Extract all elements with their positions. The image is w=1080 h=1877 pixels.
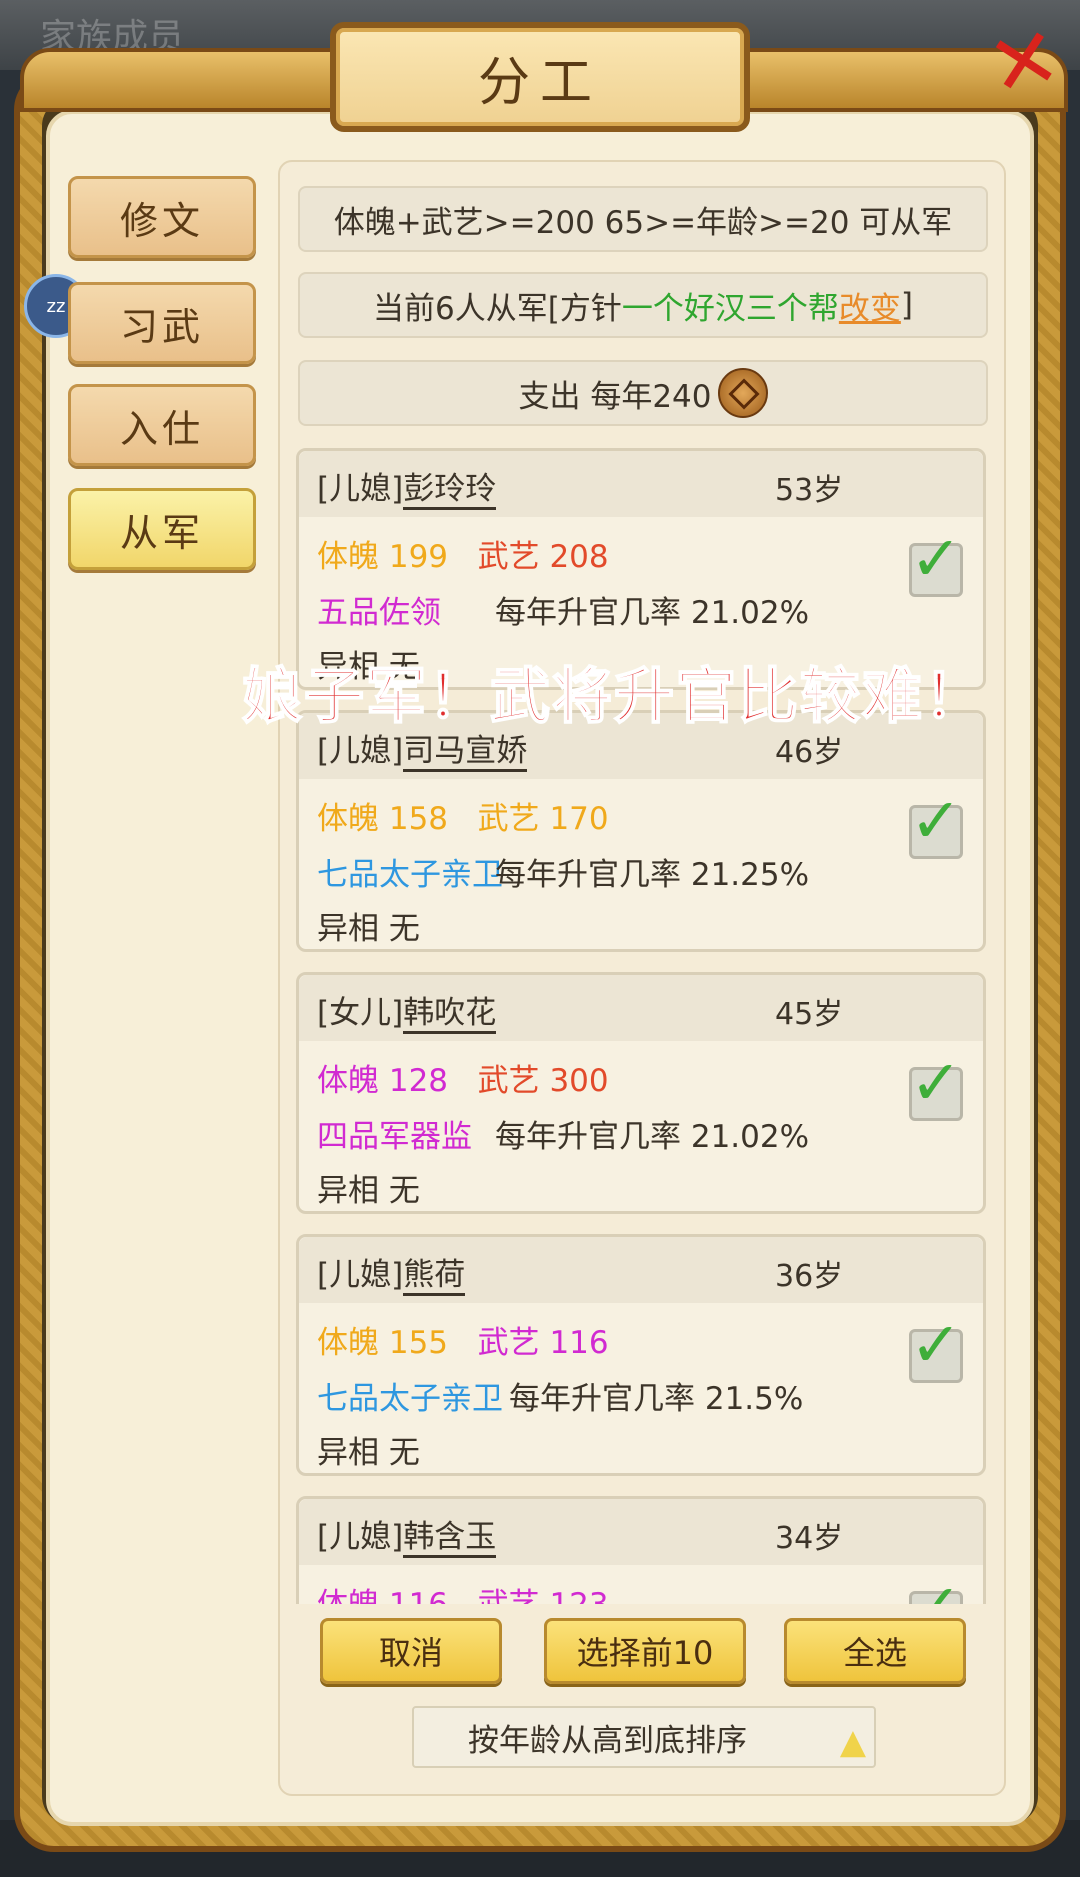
tab-xiuwen[interactable]: 修文	[68, 176, 256, 258]
sort-dropdown[interactable]: 按年龄从高到底排序 ▲	[412, 1706, 876, 1768]
member-age: 34岁	[775, 1521, 844, 1556]
list-item[interactable]: [儿媳]熊荷 36岁 体魄 155 武艺 116 七品太子亲卫 每年升官几率 2…	[296, 1234, 986, 1476]
policy-prefix: 当前6人从军[方针	[373, 290, 622, 327]
check-icon: ✓	[910, 522, 962, 595]
member-name: [儿媳]熊荷	[317, 1249, 466, 1296]
select-all-button[interactable]: 全选	[784, 1618, 966, 1684]
member-trait: 异相 无	[317, 911, 420, 947]
tab-label: 修文	[119, 198, 204, 243]
coin-icon	[717, 368, 768, 418]
member-checkbox[interactable]: ✓	[909, 1308, 963, 1383]
triangle-up-icon: ▲	[839, 1722, 866, 1762]
member-name: [儿媳]韩含玉	[317, 1511, 497, 1558]
member-promotion-rate: 每年升官几率 21.02%	[495, 1119, 810, 1155]
policy-bar: 当前6人从军[方针 一个好汉三个帮 改变]	[298, 272, 988, 338]
member-promotion-rate: 每年升官几率 21.02%	[495, 595, 810, 631]
member-age: 45岁	[775, 997, 844, 1032]
member-name: [儿媳]彭玲玲	[317, 463, 497, 510]
expense-bar: 支出 每年240	[298, 360, 988, 426]
list-item[interactable]: [儿媳]司马宣娇 46岁 体魄 158 武艺 170 七品太子亲卫 每年升官几率…	[296, 710, 986, 952]
policy-suffix: ]	[900, 287, 913, 323]
member-stats: 体魄 155 武艺 116	[317, 1325, 609, 1361]
member-checkbox[interactable]: ✓	[909, 1570, 963, 1604]
tab-label: 入仕	[119, 406, 204, 451]
member-age: 53岁	[775, 473, 844, 508]
member-trait: 异相 无	[317, 1173, 420, 1209]
member-stats: 体魄 158 武艺 170	[317, 801, 609, 837]
policy-name: 一个好汉三个帮	[621, 290, 839, 327]
tab-xiwu[interactable]: 习武	[68, 282, 256, 364]
requirement-text: 体魄+武艺>=200 65>=年龄>=20 可从军	[333, 204, 953, 241]
member-promotion-rate: 每年升官几率 21.5%	[509, 1381, 804, 1417]
check-icon: ✓	[910, 1570, 962, 1604]
member-stats: 体魄 128 武艺 300	[317, 1063, 609, 1099]
close-icon: ✕	[979, 6, 1069, 118]
member-rank: 七品太子亲卫	[317, 1381, 503, 1417]
member-checkbox[interactable]: ✓	[909, 1046, 963, 1121]
requirement-bar: 体魄+武艺>=200 65>=年龄>=20 可从军	[298, 186, 988, 252]
expense-text: 支出 每年240	[518, 378, 712, 415]
list-item[interactable]: [儿媳]韩含玉 34岁 体魄 116 武艺 123 ✓	[296, 1496, 986, 1604]
check-icon: ✓	[910, 784, 962, 857]
check-icon: ✓	[910, 1308, 962, 1381]
member-promotion-rate: 每年升官几率 21.25%	[495, 857, 810, 893]
select-top10-button[interactable]: 选择前10	[544, 1618, 746, 1684]
tab-label: 习武	[119, 304, 204, 349]
member-rank: 四品军器监	[317, 1119, 472, 1155]
member-age: 36岁	[775, 1259, 844, 1294]
close-button[interactable]: ✕	[979, 7, 1068, 117]
tab-congjun[interactable]: 从军	[68, 488, 256, 570]
dialog-title-text: 分工	[477, 52, 602, 113]
member-list[interactable]: [儿媳]彭玲玲 53岁 体魄 199 武艺 208 五品佐领 每年升官几率 21…	[292, 446, 992, 1604]
title-wing-left	[20, 48, 348, 112]
member-rank: 五品佐领	[317, 595, 441, 631]
member-stats: 体魄 199 武艺 208	[317, 539, 609, 575]
sort-label: 按年龄从高到底排序	[468, 1722, 747, 1759]
tab-label: 从军	[119, 510, 204, 555]
member-checkbox[interactable]: ✓	[909, 522, 963, 597]
policy-change-link[interactable]: 改变	[839, 283, 901, 328]
member-rank: 七品太子亲卫	[317, 857, 503, 893]
check-icon: ✓	[910, 1046, 962, 1119]
overlay-caption: 娘子军！武将升官比较难！	[241, 661, 986, 733]
tab-rushi[interactable]: 入仕	[68, 384, 256, 466]
member-name: [女儿]韩吹花	[317, 987, 497, 1034]
dialog-title: 分工	[330, 22, 750, 132]
member-checkbox[interactable]: ✓	[909, 784, 963, 859]
cancel-button[interactable]: 取消	[320, 1618, 502, 1684]
list-item[interactable]: [女儿]韩吹花 45岁 体魄 128 武艺 300 四品军器监 每年升官几率 2…	[296, 972, 986, 1214]
member-trait: 异相 无	[317, 1435, 420, 1471]
member-stats: 体魄 116 武艺 123	[317, 1579, 609, 1604]
